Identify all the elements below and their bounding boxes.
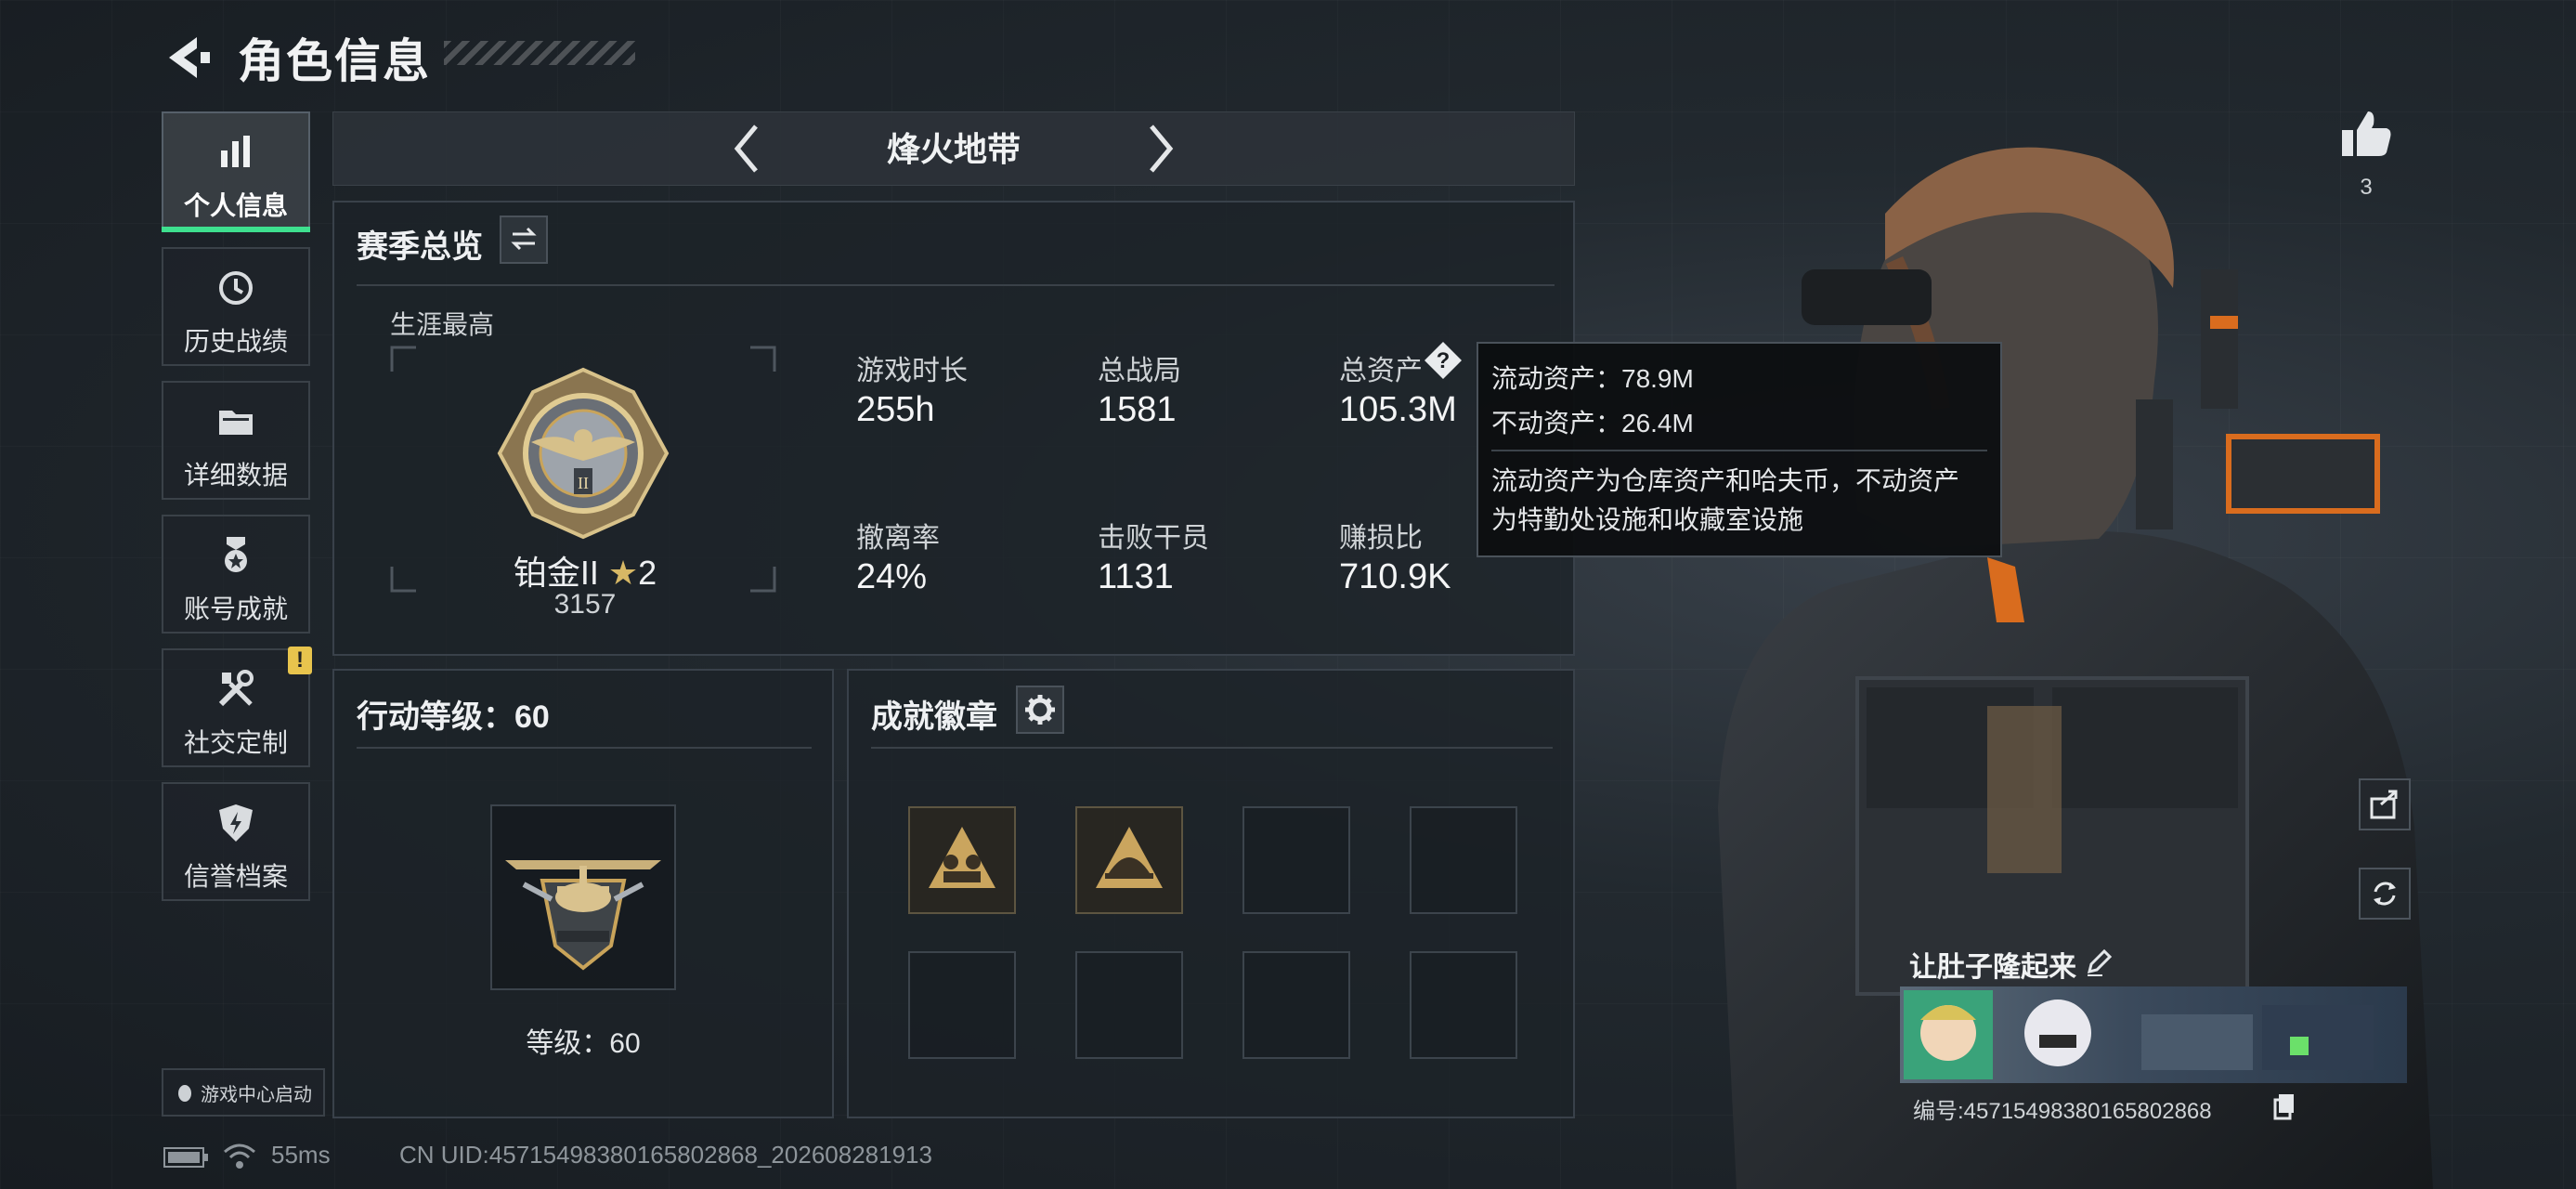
copy-icon[interactable] <box>2271 1092 2297 1120</box>
helmet-badge-icon <box>1096 827 1163 888</box>
career-best-label: 生涯最高 <box>390 310 495 339</box>
share-button[interactable] <box>2359 778 2411 830</box>
sidebar-item-history[interactable]: 历史战绩 <box>162 247 310 366</box>
tooltip-liquid-assets: 流动资产：78.9M <box>1491 364 1694 393</box>
action-level-title: 行动等级：60 <box>357 699 550 735</box>
rank-name-row: 铂金II ★2 <box>501 546 669 594</box>
badge-slot[interactable] <box>908 806 1016 914</box>
sidebar-item-label: 社交定制 <box>183 728 288 757</box>
sidebar-item-label: 账号成就 <box>183 594 288 623</box>
tooltip-description-line1: 流动资产为仓库资产和哈夫币，不动资产 <box>1491 466 1960 495</box>
svg-text:?: ? <box>1437 348 1451 373</box>
thumbs-up-icon[interactable] <box>2338 108 2394 160</box>
player-nickname: 让肚子隆起来 <box>1909 952 2076 983</box>
badge-slot-empty[interactable] <box>1410 806 1517 914</box>
sidebar-item-personal-info[interactable]: 个人信息 <box>162 111 310 230</box>
active-indicator <box>162 227 310 232</box>
refresh-button[interactable] <box>2359 868 2411 920</box>
sidebar-item-reputation[interactable]: 信誉档案 <box>162 782 310 901</box>
chevron-right-icon[interactable] <box>1137 119 1183 178</box>
mode-label: 烽火地带 <box>886 130 1021 168</box>
panel-divider <box>357 284 1555 286</box>
battery-icon <box>163 1147 208 1168</box>
name-card-banner[interactable] <box>1900 986 2407 1083</box>
shield-bolt-icon <box>219 804 253 842</box>
refresh-icon <box>2374 882 2396 906</box>
stat-label-total-assets: 总资产 <box>1339 356 1423 386</box>
season-overview-title: 赛季总览 <box>357 229 483 265</box>
sidebar-item-achievements[interactable]: 账号成就 <box>162 515 310 634</box>
rank-stars: 2 <box>638 554 657 592</box>
rank-points: 3157 <box>553 589 617 620</box>
player-id: 编号:4571549838016580286​8 <box>1913 1099 2212 1124</box>
squad-badge-icon <box>929 827 995 888</box>
tools-icon <box>218 670 254 707</box>
level-emblem-frame <box>490 804 676 990</box>
badge-slot-empty[interactable] <box>1075 951 1183 1059</box>
sidebar-item-label: 信誉档案 <box>183 862 288 891</box>
achievement-badges-title: 成就徽章 <box>871 699 997 735</box>
badge-settings-button[interactable] <box>1016 686 1064 734</box>
sidebar-item-detailed-data[interactable]: 详细数据 <box>162 381 310 500</box>
stat-value-profit-ratio: 710.9K <box>1339 557 1451 596</box>
sidebar-item-label: 个人信息 <box>183 191 288 220</box>
badge-slot-empty[interactable] <box>1242 806 1350 914</box>
back-arrow-icon[interactable] <box>160 30 215 85</box>
swap-button[interactable] <box>500 216 548 264</box>
game-center-button[interactable]: 游戏中心启动 <box>162 1068 325 1117</box>
stat-label-total-matches: 总战局 <box>1098 356 1181 386</box>
gear-icon <box>1025 695 1055 725</box>
game-center-label: 游戏中心启动 <box>201 1084 312 1105</box>
name-card-illustration <box>1904 990 2374 1079</box>
penguin-icon <box>178 1085 191 1102</box>
svg-text:II: II <box>578 474 589 492</box>
rank-star-icon: ★ <box>607 554 639 592</box>
badge-slot-empty[interactable] <box>1410 951 1517 1059</box>
stat-value-kills: 1131 <box>1098 557 1174 596</box>
like-count: 3 <box>2360 175 2373 200</box>
panel-divider <box>357 747 812 749</box>
panel-divider <box>871 747 1553 749</box>
folder-icon <box>219 411 253 435</box>
edit-pencil-icon[interactable] <box>2084 947 2114 977</box>
badge-slot-empty[interactable] <box>1242 951 1350 1059</box>
notification-badge: ! <box>288 647 312 674</box>
stat-value-total-assets: 105.3M <box>1339 390 1457 429</box>
tooltip-description-line2: 为特勤处设施和收藏室设施 <box>1491 505 1804 534</box>
stat-label-kills: 击败干员 <box>1098 523 1209 554</box>
badge-slot[interactable] <box>1075 806 1183 914</box>
badge-slot-empty[interactable] <box>908 951 1016 1059</box>
medal-icon <box>225 537 247 572</box>
help-icon[interactable]: ? <box>1423 340 1464 381</box>
uid-text: CN UID:45715498380165802868_202608281913 <box>399 1141 932 1169</box>
bar-chart-icon <box>221 136 250 167</box>
tooltip-divider <box>1491 450 1987 451</box>
sidebar-item-label: 历史战绩 <box>183 327 288 356</box>
sidebar-item-label: 详细数据 <box>183 461 288 490</box>
wifi-icon <box>224 1143 255 1169</box>
platinum-rank-emblem-icon: II <box>497 367 670 540</box>
tooltip-fixed-assets: 不动资产：26.4M <box>1491 409 1694 438</box>
stat-label-profit-ratio: 赚损比 <box>1339 523 1423 554</box>
stat-value-playtime: 255h <box>856 390 935 429</box>
stat-value-extract-rate: 24% <box>856 557 928 596</box>
rank-name: 铂金II <box>513 554 599 592</box>
level-text: 等级：60 <box>526 1028 641 1059</box>
title-decoration <box>444 41 635 65</box>
stat-value-total-matches: 1581 <box>1098 390 1177 429</box>
helicopter-emblem-icon <box>505 860 661 971</box>
stat-label-extract-rate: 撤离率 <box>856 523 940 554</box>
share-icon <box>2370 790 2398 819</box>
ping-value: 55ms <box>271 1141 331 1169</box>
swap-icon <box>511 227 537 251</box>
history-clock-icon <box>219 271 253 305</box>
stat-label-playtime: 游戏时长 <box>856 356 968 386</box>
page-title: 角色信息 <box>238 35 431 87</box>
